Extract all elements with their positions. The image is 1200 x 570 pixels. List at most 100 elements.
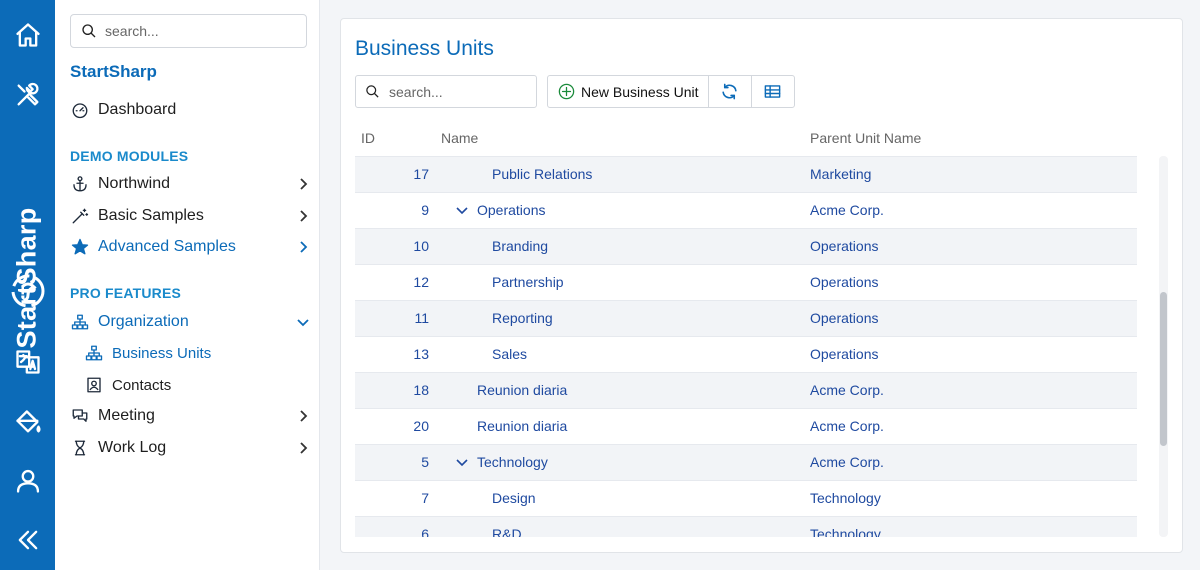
cell-name-text[interactable]: Partnership [492,274,564,290]
column-header-name[interactable]: Name [441,130,478,146]
cell-parent[interactable]: Operations [810,346,878,362]
chevron-down-icon[interactable] [455,455,469,469]
nav-meeting[interactable]: Meeting [70,402,310,430]
cell-name-text[interactable]: Public Relations [492,166,592,182]
table-row[interactable]: 5 Technology Acme Corp. [355,445,1137,481]
hourglass-icon [70,438,90,458]
cell-name[interactable]: Design [492,490,536,506]
cell-name[interactable]: Sales [492,346,527,362]
table-row[interactable]: 6 R&D Technology [355,517,1137,537]
cell-name-text[interactable]: Branding [492,238,548,254]
cell-name[interactable]: Partnership [492,274,564,290]
nav-advanced-samples[interactable]: Advanced Samples [70,233,310,261]
nav-organization[interactable]: Organization [70,308,310,336]
nav-basic-samples-label: Basic Samples [98,207,204,224]
sidebar-search[interactable] [70,14,307,48]
grid-header: ID Name Parent Unit Name [355,126,1137,156]
cell-id: 17 [413,166,429,182]
grid-search-input[interactable] [389,83,529,100]
grid-search[interactable] [355,75,537,108]
nav-northwind-label: Northwind [98,175,171,192]
table-row[interactable]: 10 Branding Operations [355,229,1137,265]
nav-advanced-samples-label: Advanced Samples [98,238,236,255]
home-icon[interactable] [0,13,55,57]
cell-name-text[interactable]: Design [492,490,536,506]
user-icon[interactable] [0,459,55,503]
table-row[interactable]: 7 Design Technology [355,481,1137,517]
table-row[interactable]: 18 Reunion diaria Acme Corp. [355,373,1137,409]
cell-name[interactable]: Public Relations [492,166,592,182]
cell-name[interactable]: Technology [455,454,548,470]
chevron-down-icon[interactable] [455,203,469,217]
contact-card-icon [84,375,104,395]
table-row[interactable]: 17 Public Relations Marketing [355,157,1137,193]
sitemap-icon [70,312,90,332]
refresh-button[interactable] [707,76,751,107]
cell-parent[interactable]: Operations [810,238,878,254]
sidebar: StartSharp Dashboard DEMO MODULES Northw… [55,0,320,570]
column-header-id[interactable]: ID [361,130,375,146]
new-business-unit-button[interactable]: New Business Unit [548,76,708,107]
page-title: Business Units [355,37,494,60]
nav-work-log[interactable]: Work Log [70,434,310,462]
cell-name-text[interactable]: Technology [477,454,548,470]
nav-organization-label: Organization [98,313,189,330]
collapse-icon[interactable] [0,518,55,562]
cell-name[interactable]: Reunion diaria [477,418,567,434]
column-header-parent[interactable]: Parent Unit Name [810,130,921,146]
new-business-unit-label: New Business Unit [581,83,699,100]
cell-id: 11 [414,310,429,326]
table-row[interactable]: 11 Reporting Operations [355,301,1137,337]
cell-parent[interactable]: Acme Corp. [810,382,884,398]
dashboard-icon [70,100,90,120]
sidebar-search-input[interactable] [105,23,295,39]
sitemap-icon [84,343,104,363]
cell-parent[interactable]: Technology [810,526,881,537]
cell-id: 6 [421,526,429,537]
nav-business-units[interactable]: Business Units [84,339,324,367]
cell-name[interactable]: Reporting [492,310,553,326]
app-rail: StartSharp [0,0,55,570]
cell-name-text[interactable]: Reunion diaria [477,418,567,434]
translate-icon[interactable] [0,340,55,384]
grid-scrollbar-thumb[interactable] [1160,292,1167,446]
table-row[interactable]: 20 Reunion diaria Acme Corp. [355,409,1137,445]
cell-parent[interactable]: Operations [810,310,878,326]
cell-parent[interactable]: Acme Corp. [810,418,884,434]
cell-parent[interactable]: Technology [810,490,881,506]
section-pro-features: PRO FEATURES [70,285,182,301]
refresh-icon [722,83,737,100]
cell-parent[interactable]: Operations [810,274,878,290]
cell-name-text[interactable]: Reporting [492,310,553,326]
table-row[interactable]: 9 Operations Acme Corp. [355,193,1137,229]
brand-mark-icon [11,274,45,308]
grid-scrollbar[interactable] [1159,156,1168,537]
star-icon [70,237,90,257]
nav-basic-samples[interactable]: Basic Samples [70,202,310,230]
cell-name[interactable]: Reunion diaria [477,382,567,398]
cell-parent[interactable]: Acme Corp. [810,454,884,470]
cell-name[interactable]: R&D [492,526,522,537]
app-title: StartSharp [70,62,157,81]
column-picker-button[interactable] [750,76,794,107]
table-row[interactable]: 13 Sales Operations [355,337,1137,373]
cell-name-text[interactable]: Reunion diaria [477,382,567,398]
cell-name[interactable]: Branding [492,238,548,254]
nav-dashboard[interactable]: Dashboard [70,96,310,124]
cell-parent[interactable]: Acme Corp. [810,202,884,218]
nav-contacts[interactable]: Contacts [84,371,324,399]
nav-northwind[interactable]: Northwind [70,170,310,198]
chevron-right-icon [296,441,310,455]
cell-parent[interactable]: Marketing [810,166,871,182]
cell-id: 9 [421,202,429,218]
cell-name[interactable]: Operations [455,202,545,218]
cell-name-text[interactable]: Operations [477,202,545,218]
cell-name-text[interactable]: R&D [492,526,522,537]
cell-name-text[interactable]: Sales [492,346,527,362]
paint-bucket-icon[interactable] [0,400,55,444]
search-icon [366,85,379,98]
table-row[interactable]: 12 Partnership Operations [355,265,1137,301]
table-icon [764,85,781,98]
chevron-right-icon [296,409,310,423]
cell-id: 10 [413,238,429,254]
